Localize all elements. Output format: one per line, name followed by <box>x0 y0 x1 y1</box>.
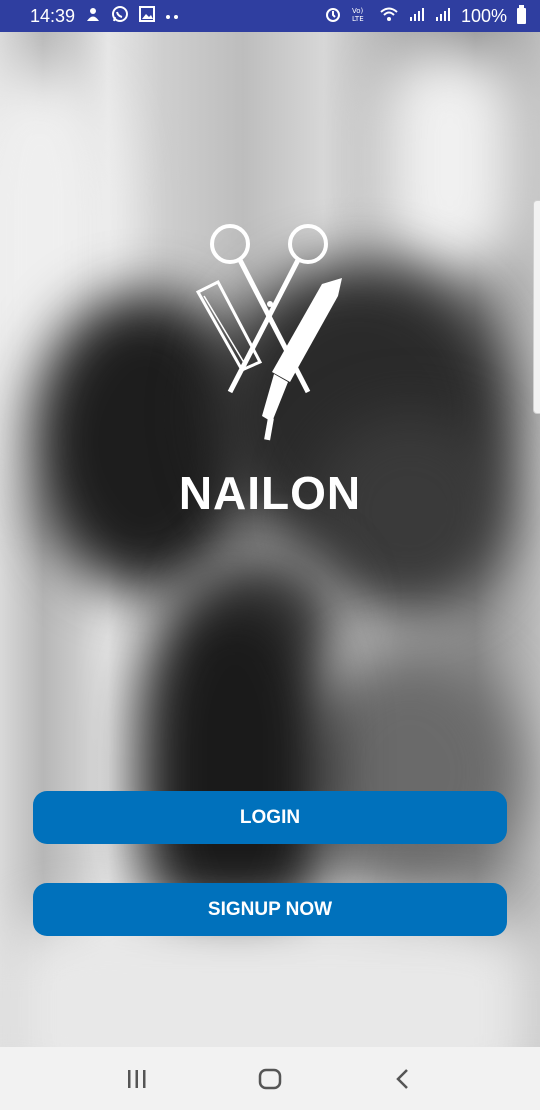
edge-panel-handle[interactable] <box>533 200 540 414</box>
navigation-bar <box>0 1047 540 1110</box>
scissors-razor-logo-icon <box>195 224 342 441</box>
notification-icon <box>85 6 101 26</box>
more-dots-icon <box>165 8 179 24</box>
signal-icon <box>435 6 451 26</box>
battery-icon <box>517 5 526 24</box>
recent-apps-icon <box>127 1069 146 1088</box>
home-button[interactable] <box>240 1059 300 1099</box>
volte-icon: Vo) LTE <box>351 5 369 27</box>
status-bar: 14:39 Vo) LTE 100% <box>0 0 540 32</box>
signup-button[interactable]: SIGNUP NOW <box>33 883 507 936</box>
svg-text:LTE: LTE <box>352 15 364 23</box>
signal-icon <box>409 6 425 26</box>
whatsapp-icon <box>111 5 129 27</box>
app-title: NAILON <box>178 467 362 519</box>
image-icon <box>139 6 156 26</box>
svg-text:Vo): Vo) <box>352 7 364 15</box>
back-icon <box>396 1068 409 1089</box>
wifi-icon <box>379 6 399 26</box>
recent-apps-button[interactable] <box>107 1059 167 1099</box>
back-button[interactable] <box>373 1059 433 1099</box>
signup-button-label: SIGNUP NOW <box>207 898 333 920</box>
alarm-icon <box>325 6 341 26</box>
login-screen: 14:39 Vo) LTE 100% NAILON LOGIN SIGNUP N… <box>0 0 540 1110</box>
status-time: 14:39 <box>30 5 76 26</box>
login-button-label: LOGIN <box>239 806 301 828</box>
home-icon <box>258 1068 282 1089</box>
login-button[interactable]: LOGIN <box>33 791 507 844</box>
battery-percentage: 100% <box>460 5 507 26</box>
